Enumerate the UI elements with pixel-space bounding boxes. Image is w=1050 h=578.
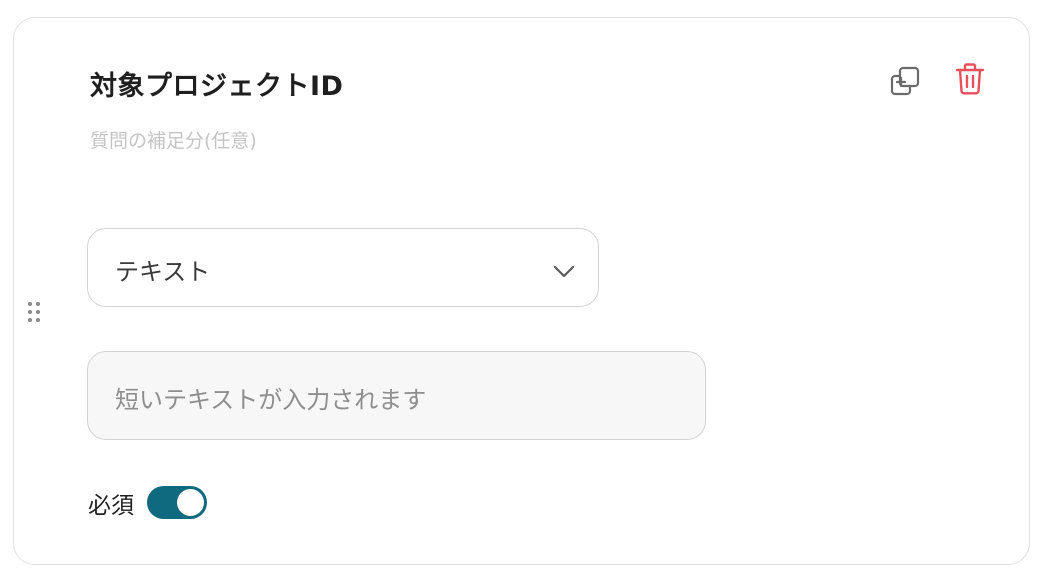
copy-icon [890, 66, 920, 96]
question-description[interactable]: 質問の補足分(任意) [90, 126, 257, 153]
answer-type-value: テキスト [115, 258, 211, 286]
answer-type-select[interactable]: テキスト [87, 228, 599, 307]
required-toggle[interactable] [147, 486, 207, 519]
chevron-down-icon [553, 265, 575, 278]
answer-preview-field[interactable]: 短いテキストが入力されます [87, 351, 706, 440]
question-title[interactable]: 対象プロジェクトID [90, 64, 343, 103]
delete-button[interactable] [952, 61, 988, 97]
drag-handle-icon[interactable] [28, 302, 42, 326]
duplicate-button[interactable] [887, 63, 923, 99]
answer-preview-placeholder: 短いテキストが入力されます [115, 386, 427, 414]
toggle-knob [177, 489, 204, 516]
required-label: 必須 [88, 493, 134, 519]
trash-icon [955, 63, 985, 95]
